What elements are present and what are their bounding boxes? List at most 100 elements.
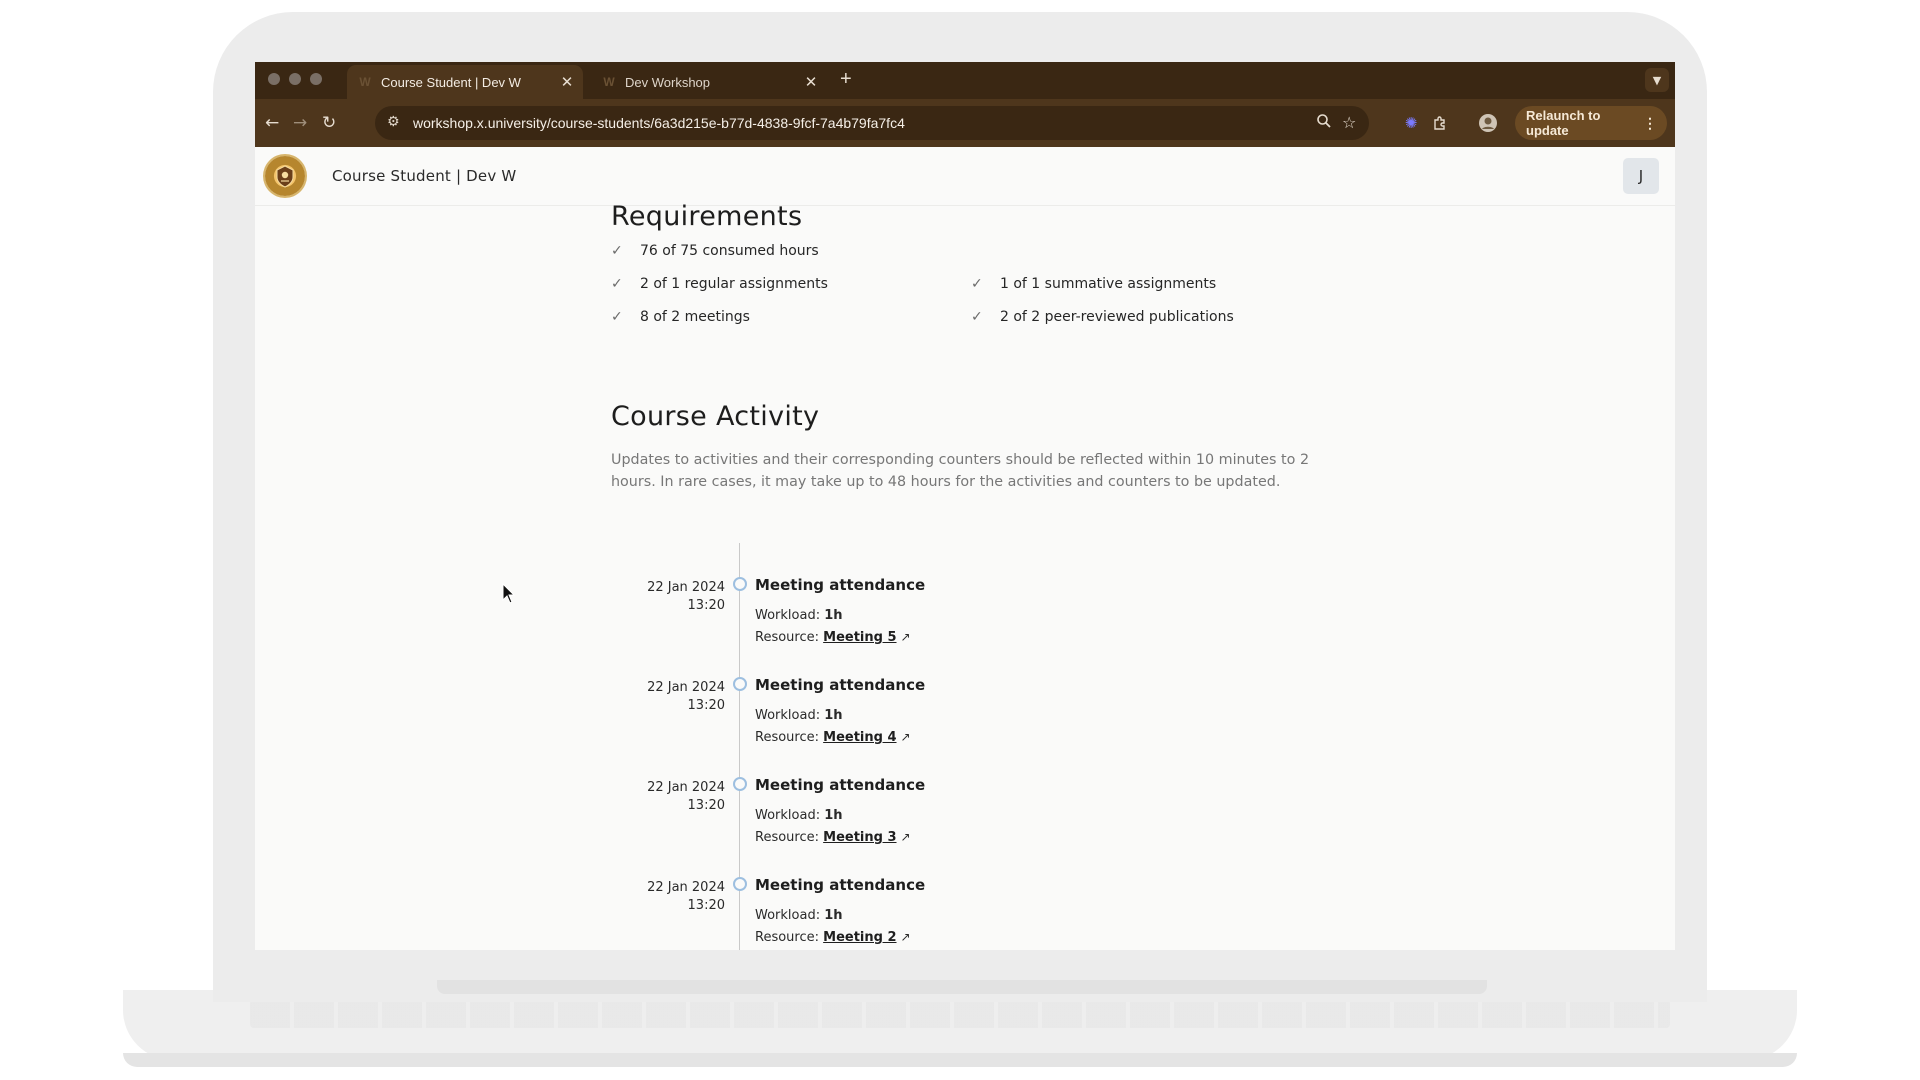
check-icon: ✓	[971, 309, 983, 325]
activity-time: 13:20	[687, 698, 725, 713]
user-avatar-button[interactable]: J	[1623, 158, 1659, 194]
resource-link[interactable]: Meeting 3	[823, 830, 896, 845]
browser-tab-active[interactable]: W Course Student | Dev W ✕	[347, 65, 583, 99]
requirement-item: ✓ 76 of 75 consumed hours	[611, 243, 819, 259]
relaunch-to-update-button[interactable]: Relaunch to update ⋮	[1515, 106, 1667, 140]
address-url[interactable]: workshop.x.university/course-students/6a…	[413, 115, 905, 131]
timeline-dot-icon	[733, 777, 747, 791]
bookmark-star-icon[interactable]: ☆	[1342, 113, 1356, 132]
extensions-icon[interactable]	[1430, 113, 1450, 133]
activity-resource: Resource: Meeting 4 ↗	[755, 730, 911, 745]
check-icon: ✓	[611, 243, 623, 259]
browser-tab-inactive[interactable]: W Dev Workshop ✕	[591, 65, 827, 99]
zoom-icon[interactable]	[1316, 113, 1332, 133]
tab-favicon-icon: W	[603, 75, 615, 89]
extension-puzzle-blue-icon[interactable]: ✺	[1401, 113, 1421, 133]
activity-resource: Resource: Meeting 3 ↗	[755, 830, 911, 845]
activity-date: 22 Jan 2024	[647, 680, 725, 695]
external-link-icon[interactable]: ↗	[901, 930, 911, 944]
activity-workload: Workload: 1h	[755, 708, 843, 723]
activity-datetime: 22 Jan 2024 13:20	[611, 779, 725, 815]
window-minimize-dot[interactable]	[289, 73, 301, 85]
requirement-item: ✓ 8 of 2 meetings	[611, 309, 750, 325]
tab-close-icon[interactable]: ✕	[801, 73, 821, 91]
crest-icon	[276, 165, 294, 188]
activity-resource: Resource: Meeting 2 ↗	[755, 930, 911, 945]
browser-toolbar: ← → ↻ ⚙ workshop.x.university/course-stu…	[255, 99, 1675, 147]
tab-search-chevron-icon[interactable]: ▼	[1645, 68, 1669, 92]
external-link-icon[interactable]: ↗	[901, 830, 911, 844]
site-settings-tune-icon[interactable]: ⚙	[387, 114, 400, 130]
timeline-dot-icon	[733, 877, 747, 891]
timeline-dot-icon	[733, 577, 747, 591]
new-tab-button[interactable]: +	[840, 68, 852, 91]
workload-label: Workload:	[755, 808, 821, 823]
workload-value: 1h	[824, 608, 843, 623]
web-page: Course Student | Dev W J Requirements ✓ …	[255, 147, 1675, 950]
requirements-heading: Requirements	[611, 201, 803, 232]
tab-close-icon[interactable]: ✕	[557, 73, 577, 91]
workload-label: Workload:	[755, 708, 821, 723]
course-activity-heading: Course Activity	[611, 401, 820, 432]
resource-label: Resource:	[755, 730, 819, 745]
activity-title: Meeting attendance	[755, 576, 926, 594]
relaunch-label: Relaunch to update	[1526, 108, 1601, 138]
activity-workload: Workload: 1h	[755, 808, 843, 823]
activity-time: 13:20	[687, 598, 725, 613]
page-title: Course Student | Dev W	[332, 167, 517, 185]
activity-workload: Workload: 1h	[755, 908, 843, 923]
laptop-front-edge	[123, 1053, 1797, 1067]
requirement-label: 2 of 2 peer-reviewed publications	[1000, 309, 1234, 325]
profile-avatar-icon[interactable]	[1478, 113, 1498, 133]
tab-title: Course Student | Dev W	[381, 74, 521, 90]
workload-value: 1h	[824, 908, 843, 923]
activity-date: 22 Jan 2024	[647, 880, 725, 895]
tab-title: Dev Workshop	[625, 74, 711, 90]
activity-date: 22 Jan 2024	[647, 580, 725, 595]
requirement-item: ✓ 2 of 2 peer-reviewed publications	[971, 309, 1234, 325]
activity-title: Meeting attendance	[755, 676, 926, 694]
resource-label: Resource:	[755, 930, 819, 945]
activity-datetime: 22 Jan 2024 13:20	[611, 579, 725, 615]
resource-label: Resource:	[755, 830, 819, 845]
reload-icon[interactable]: ↻	[322, 113, 336, 133]
activity-datetime: 22 Jan 2024 13:20	[611, 679, 725, 715]
window-zoom-dot[interactable]	[310, 73, 322, 85]
requirement-item: ✓ 1 of 1 summative assignments	[971, 276, 1216, 292]
address-bar[interactable]: ⚙ workshop.x.university/course-students/…	[375, 106, 1369, 140]
external-link-icon[interactable]: ↗	[901, 730, 911, 744]
resource-label: Resource:	[755, 630, 819, 645]
forward-arrow-icon[interactable]: →	[293, 113, 307, 133]
laptop-screen: W Course Student | Dev W ✕ W Dev Worksho…	[255, 62, 1675, 950]
check-icon: ✓	[971, 276, 983, 292]
activity-date: 22 Jan 2024	[647, 780, 725, 795]
external-link-icon[interactable]: ↗	[901, 630, 911, 644]
requirement-label: 1 of 1 summative assignments	[1000, 276, 1217, 292]
resource-link[interactable]: Meeting 4	[823, 730, 896, 745]
activity-description: Updates to activities and their correspo…	[611, 452, 1310, 490]
requirement-label: 8 of 2 meetings	[640, 309, 750, 325]
check-icon: ✓	[611, 276, 623, 292]
university-logo[interactable]	[265, 156, 305, 196]
activity-title: Meeting attendance	[755, 876, 926, 894]
laptop-hinge-notch	[437, 980, 1487, 994]
resource-link[interactable]: Meeting 2	[823, 930, 896, 945]
activity-entry: 22 Jan 2024 13:20 Meeting attendance Wor…	[611, 676, 1331, 779]
workload-value: 1h	[824, 808, 843, 823]
requirement-item: ✓ 2 of 1 regular assignments	[611, 276, 828, 292]
workload-value: 1h	[824, 708, 843, 723]
browser-tab-bar: W Course Student | Dev W ✕ W Dev Worksho…	[255, 62, 1675, 99]
more-vertical-icon[interactable]: ⋮	[1643, 115, 1657, 132]
activity-datetime: 22 Jan 2024 13:20	[611, 879, 725, 915]
app-header: Course Student | Dev W J	[255, 147, 1675, 206]
window-close-dot[interactable]	[268, 73, 280, 85]
requirement-label: 76 of 75 consumed hours	[640, 243, 819, 259]
activity-resource: Resource: Meeting 5 ↗	[755, 630, 911, 645]
timeline-dot-icon	[733, 677, 747, 691]
requirement-label: 2 of 1 regular assignments	[640, 276, 828, 292]
resource-link[interactable]: Meeting 5	[823, 630, 896, 645]
activity-entry: 22 Jan 2024 13:20 Meeting attendance Wor…	[611, 776, 1331, 879]
activity-entry: 22 Jan 2024 13:20 Meeting attendance Wor…	[611, 576, 1331, 679]
back-arrow-icon[interactable]: ←	[265, 113, 279, 133]
check-icon: ✓	[611, 309, 623, 325]
